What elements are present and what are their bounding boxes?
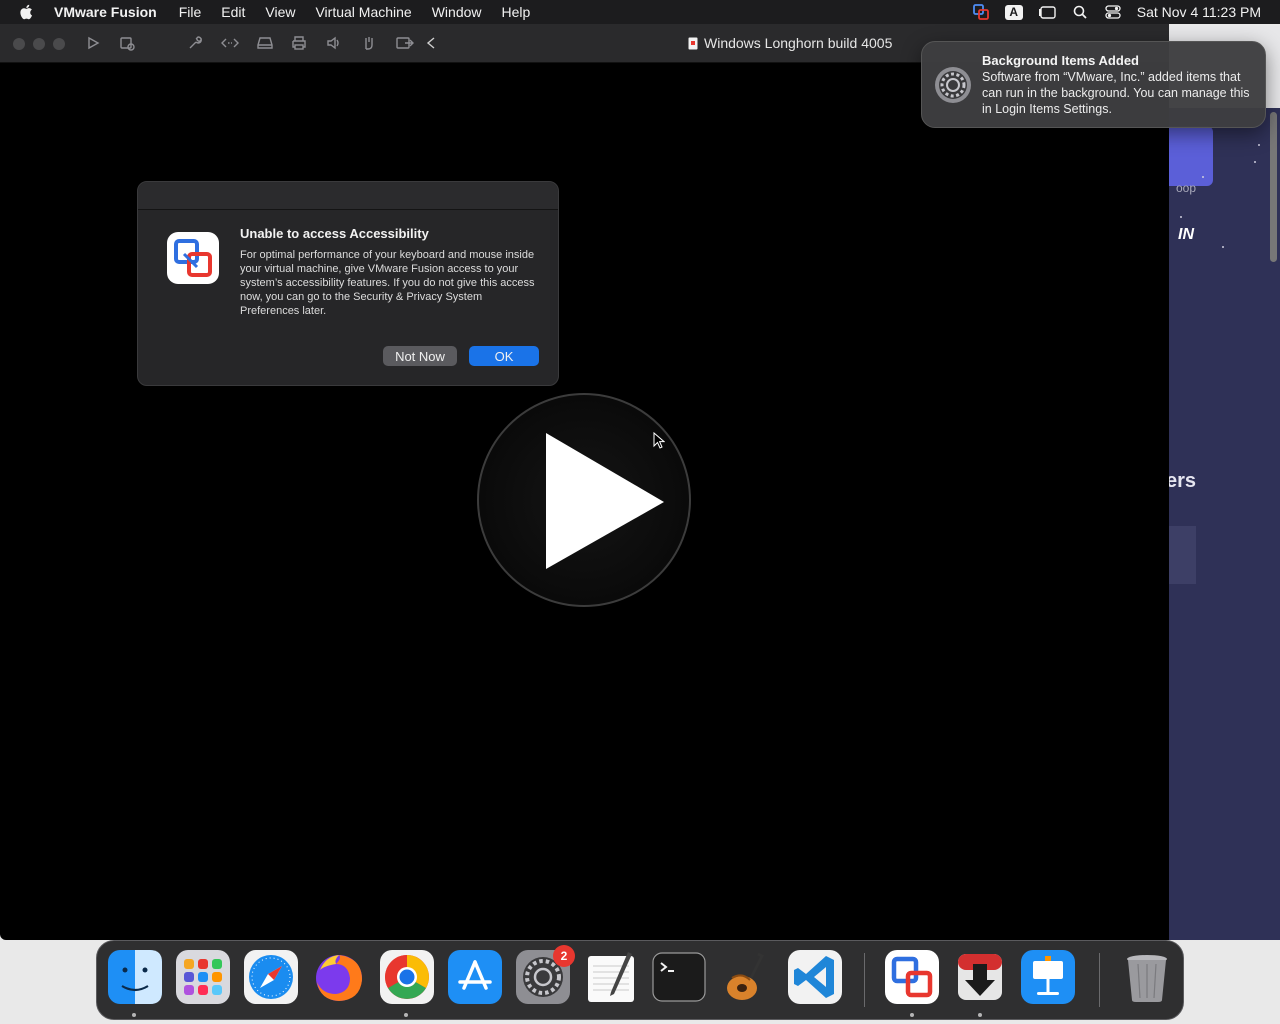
menu-bar: VMware Fusion File Edit View Virtual Mac… [0, 0, 1280, 24]
dock-vmware-fusion[interactable] [884, 949, 940, 1005]
close-window-button[interactable] [13, 38, 25, 50]
apple-menu-icon[interactable] [18, 3, 36, 21]
mouse-cursor-icon [653, 432, 665, 449]
dock-running-indicator [978, 1013, 982, 1017]
firefox-icon [316, 955, 362, 1001]
star-dot [1254, 161, 1256, 163]
menu-file[interactable]: File [179, 4, 202, 20]
menu-window[interactable]: Window [432, 4, 482, 20]
notification-title: Background Items Added [982, 53, 1139, 68]
minimize-window-button[interactable] [33, 38, 45, 50]
ok-button[interactable]: OK [469, 346, 539, 366]
star-dot [1222, 246, 1224, 248]
dock-trash[interactable] [1119, 949, 1175, 1005]
dock-finder[interactable] [107, 949, 163, 1005]
dialog-title: Unable to access Accessibility [240, 226, 429, 241]
notification-body: Software from “VMware, Inc.” added items… [982, 70, 1250, 116]
trash-icon [1127, 955, 1167, 1002]
chrome-icon [380, 950, 434, 1004]
control-center-icon[interactable] [1104, 3, 1122, 21]
app-store-icon [448, 950, 502, 1004]
vmware-fusion-icon [885, 950, 939, 1004]
menu-app-name[interactable]: VMware Fusion [54, 4, 157, 20]
dock-running-indicator [910, 1013, 914, 1017]
dock-keynote[interactable] [1020, 949, 1076, 1005]
background-button-label: IN [1178, 226, 1194, 243]
chevron-left-icon[interactable] [422, 34, 440, 52]
vmware-fusion-app-icon [167, 232, 219, 284]
dock-app-store[interactable] [447, 949, 503, 1005]
dock-separator [1099, 953, 1100, 1007]
settings-wrench-icon[interactable] [186, 34, 204, 52]
keynote-icon [1021, 950, 1075, 1004]
input-source-label: A [1004, 4, 1023, 20]
dock-textedit[interactable] [583, 949, 639, 1005]
dock-running-indicator [132, 1013, 136, 1017]
snapshot-icon[interactable] [118, 34, 136, 52]
dock-vscode[interactable] [787, 949, 843, 1005]
terminal-icon [652, 952, 706, 1002]
finder-icon [108, 950, 162, 1004]
dock-system-settings[interactable]: 2 [515, 945, 575, 1005]
safari-icon [244, 950, 298, 1004]
menu-view[interactable]: View [265, 4, 295, 20]
vmware-window: Windows Longhorn build 4005 Unable to ac… [0, 24, 1169, 940]
share-display-icon[interactable] [396, 34, 414, 52]
dock-garageband[interactable] [719, 949, 775, 1005]
system-settings-gear-icon [935, 67, 971, 103]
menu-clock[interactable]: Sat Nov 4 11:23 PM [1137, 4, 1261, 20]
background-window-text: oop [1176, 181, 1197, 195]
sound-icon[interactable] [325, 34, 343, 52]
notification-badge: 2 [553, 945, 575, 967]
dock-running-indicator [404, 1013, 408, 1017]
not-now-button[interactable]: Not Now [383, 346, 457, 366]
dock-launchpad[interactable] [175, 949, 231, 1005]
background-window-scrollbar[interactable] [1270, 112, 1277, 262]
star-dot [1258, 144, 1260, 146]
dock: 2 [96, 940, 1184, 1020]
dock-chrome[interactable] [379, 949, 435, 1005]
dialog-top-strip [138, 182, 558, 210]
stage-manager-icon[interactable] [1038, 3, 1056, 21]
accessibility-dialog: Unable to access Accessibility For optim… [137, 181, 559, 386]
spotlight-search-icon[interactable] [1071, 3, 1089, 21]
star-dot [1202, 176, 1204, 178]
document-icon [688, 37, 698, 49]
garageband-icon [727, 952, 765, 1000]
dock-installer[interactable] [952, 949, 1008, 1005]
background-window-heading: ers [1166, 470, 1197, 492]
launchpad-icon [176, 950, 230, 1004]
input-source-icon[interactable]: A [1004, 3, 1023, 21]
play-vm-icon[interactable] [84, 34, 102, 52]
dock-separator [864, 953, 865, 1007]
hard-disk-icon[interactable] [256, 34, 274, 52]
printer-icon[interactable] [290, 34, 308, 52]
vscode-icon [788, 950, 842, 1004]
download-installer-icon [958, 954, 1002, 1000]
star-dot [1180, 216, 1182, 218]
window-title: Windows Longhorn build 4005 [688, 35, 892, 51]
start-vm-play-button[interactable] [477, 393, 691, 607]
zoom-window-button[interactable] [53, 38, 65, 50]
menu-edit[interactable]: Edit [221, 4, 245, 20]
dock-terminal[interactable] [651, 949, 707, 1005]
usb-hand-icon[interactable] [360, 34, 378, 52]
dialog-message: For optimal performance of your keyboard… [240, 249, 535, 317]
menu-virtual-machine[interactable]: Virtual Machine [315, 4, 411, 20]
dock-safari[interactable] [243, 949, 299, 1005]
background-items-notification[interactable]: Background Items Added Software from “VM… [921, 41, 1266, 128]
network-arrows-icon[interactable] [221, 34, 239, 52]
vmware-status-icon[interactable] [972, 3, 990, 21]
play-icon [546, 433, 664, 569]
menu-help[interactable]: Help [502, 4, 531, 20]
textedit-icon [588, 952, 634, 1002]
dock-firefox[interactable] [311, 949, 367, 1005]
window-title-text: Windows Longhorn build 4005 [704, 35, 893, 51]
